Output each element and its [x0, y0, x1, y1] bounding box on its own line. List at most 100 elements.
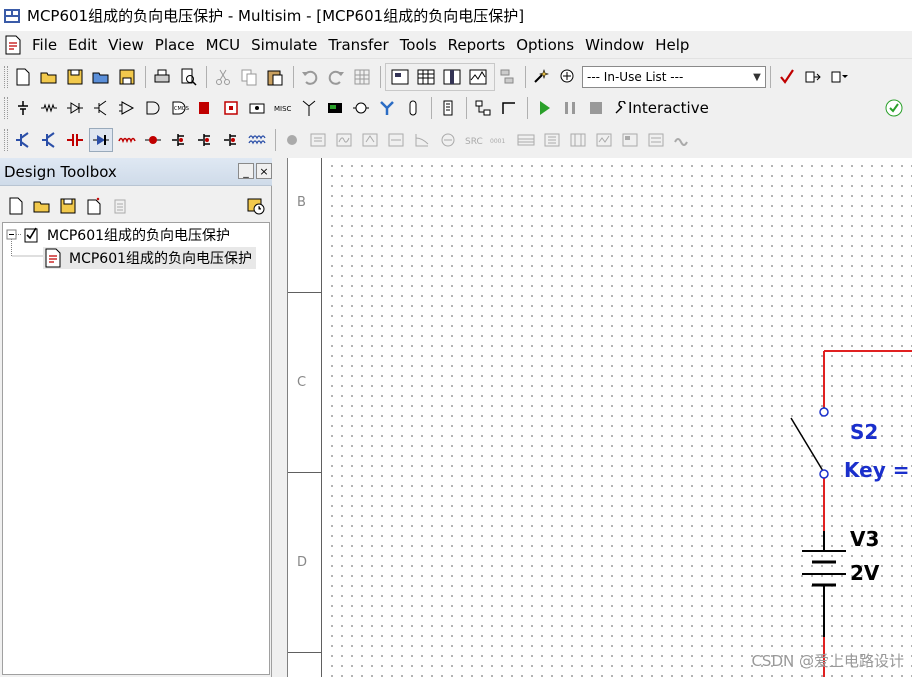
history-icon[interactable]	[244, 194, 268, 218]
pause-simulation-icon[interactable]	[558, 96, 582, 120]
menu-window[interactable]: Window	[581, 36, 651, 54]
led-icon[interactable]	[141, 128, 165, 152]
schematic-canvas[interactable]: B C D S2 Key = V3 2V CSDN @爱上电路设计	[287, 158, 912, 677]
capacitor-icon[interactable]	[63, 128, 87, 152]
menu-edit[interactable]: Edit	[64, 36, 104, 54]
database-manager-icon[interactable]	[556, 65, 580, 89]
place-transistor-icon[interactable]	[89, 96, 113, 120]
grapher-icon[interactable]	[466, 65, 490, 89]
menu-reports[interactable]: Reports	[444, 36, 513, 54]
labview-instrument-icon[interactable]	[670, 128, 694, 152]
battery-v3-value[interactable]: 2V	[850, 561, 879, 585]
forward-annotate-icon[interactable]	[827, 65, 851, 89]
tree-item-sheet[interactable]: MCP601组成的负向电压保护	[43, 247, 257, 269]
bode-plotter-icon[interactable]	[410, 128, 434, 152]
document-icon[interactable]	[2, 34, 24, 56]
battery-v3-refdes[interactable]: V3	[850, 527, 879, 551]
full-screen-icon[interactable]	[388, 65, 412, 89]
logic-converter-icon[interactable]	[566, 128, 590, 152]
place-wire-icon[interactable]	[497, 96, 521, 120]
place-diode-icon[interactable]	[63, 96, 87, 120]
place-advanced-peripheral-icon[interactable]	[375, 96, 399, 120]
save-all-icon[interactable]	[115, 65, 139, 89]
open-samples-icon[interactable]	[89, 65, 113, 89]
toolbar-grip[interactable]	[4, 129, 8, 151]
new-design-icon[interactable]	[4, 194, 28, 218]
place-analog-icon[interactable]	[115, 96, 139, 120]
cut-icon[interactable]	[211, 65, 235, 89]
back-annotate-icon[interactable]	[801, 65, 825, 89]
menu-mcu[interactable]: MCU	[202, 36, 247, 54]
menu-transfer[interactable]: Transfer	[324, 36, 395, 54]
place-misc-icon[interactable]: MISC	[271, 96, 295, 120]
redo-icon[interactable]	[324, 65, 348, 89]
oscilloscope-icon[interactable]	[384, 128, 408, 152]
place-mcu-icon[interactable]	[349, 96, 373, 120]
place-indicator-icon[interactable]	[245, 96, 269, 120]
minimize-panel-button[interactable]: _	[238, 163, 254, 179]
project-checkbox-icon[interactable]	[23, 226, 41, 244]
word-generator-icon[interactable]	[514, 128, 538, 152]
jfet-icon[interactable]	[193, 128, 217, 152]
probe-icon[interactable]	[280, 128, 304, 152]
undo-icon[interactable]	[298, 65, 322, 89]
place-hierarchical-block-icon[interactable]	[436, 96, 460, 120]
diode-icon[interactable]	[89, 128, 113, 152]
menu-simulate[interactable]: Simulate	[247, 36, 324, 54]
transformer-icon[interactable]	[245, 128, 269, 152]
close-panel-button[interactable]: ×	[256, 163, 272, 179]
switch-s2-refdes[interactable]: S2	[850, 420, 878, 444]
place-basic-icon[interactable]	[37, 96, 61, 120]
place-mixed-icon[interactable]	[219, 96, 243, 120]
place-cmos-icon[interactable]: CMOS	[167, 96, 191, 120]
open-design-icon[interactable]	[30, 194, 54, 218]
menu-options[interactable]: Options	[512, 36, 581, 54]
toolbar-grip[interactable]	[4, 66, 8, 88]
place-antenna-icon[interactable]	[297, 96, 321, 120]
place-electromech-icon[interactable]	[323, 96, 347, 120]
copy-icon[interactable]	[237, 65, 261, 89]
component-wizard-icon[interactable]	[530, 65, 554, 89]
switch-s2[interactable]	[790, 407, 829, 479]
place-connector-icon[interactable]	[401, 96, 425, 120]
multimeter-icon[interactable]	[306, 128, 330, 152]
place-bus-icon[interactable]	[471, 96, 495, 120]
interactive-mode-selector[interactable]: Interactive	[614, 99, 709, 117]
erc-check-icon[interactable]	[775, 65, 799, 89]
logic-analyzer-icon[interactable]	[540, 128, 564, 152]
agilent-instrument-icon[interactable]	[618, 128, 642, 152]
network-analyzer-icon[interactable]	[592, 128, 616, 152]
tektronix-instrument-icon[interactable]	[644, 128, 668, 152]
print-icon[interactable]	[150, 65, 174, 89]
in-use-list-dropdown[interactable]: --- In-Use List --- ▼	[582, 66, 766, 88]
place-ttl-icon[interactable]	[141, 96, 165, 120]
menu-file[interactable]: File	[28, 36, 64, 54]
save-design-icon[interactable]	[56, 194, 80, 218]
menu-tools[interactable]: Tools	[396, 36, 444, 54]
wattmeter-icon[interactable]	[358, 128, 382, 152]
bjt-npn-icon[interactable]	[11, 128, 35, 152]
function-generator-icon[interactable]	[332, 128, 356, 152]
toolbox-toggle-icon[interactable]	[440, 65, 464, 89]
new-sheet-icon[interactable]	[82, 194, 106, 218]
paste-icon[interactable]	[263, 65, 287, 89]
grid-toggle-icon[interactable]	[350, 65, 374, 89]
place-source-icon[interactable]	[11, 96, 35, 120]
new-file-icon[interactable]	[11, 65, 35, 89]
spreadsheet-view-icon[interactable]	[414, 65, 438, 89]
switch-s2-key[interactable]: Key =	[844, 458, 909, 482]
tree-item-project[interactable]: MCP601组成的负向电压保护	[23, 225, 230, 245]
chevron-down-icon[interactable]: ▼	[749, 67, 765, 87]
distortion-analyzer-icon[interactable]: SRC	[462, 128, 486, 152]
spectrum-analyzer-icon[interactable]: 0001	[488, 128, 512, 152]
menu-help[interactable]: Help	[651, 36, 696, 54]
stop-simulation-icon[interactable]	[584, 96, 608, 120]
print-preview-icon[interactable]	[176, 65, 200, 89]
toolbar-grip[interactable]	[4, 97, 8, 119]
check-icon[interactable]	[882, 96, 906, 120]
delete-sheet-icon[interactable]	[108, 194, 132, 218]
mosfet-icon[interactable]	[167, 128, 191, 152]
open-folder-icon[interactable]	[37, 65, 61, 89]
postprocessor-icon[interactable]	[495, 65, 519, 89]
switch-icon[interactable]	[219, 128, 243, 152]
